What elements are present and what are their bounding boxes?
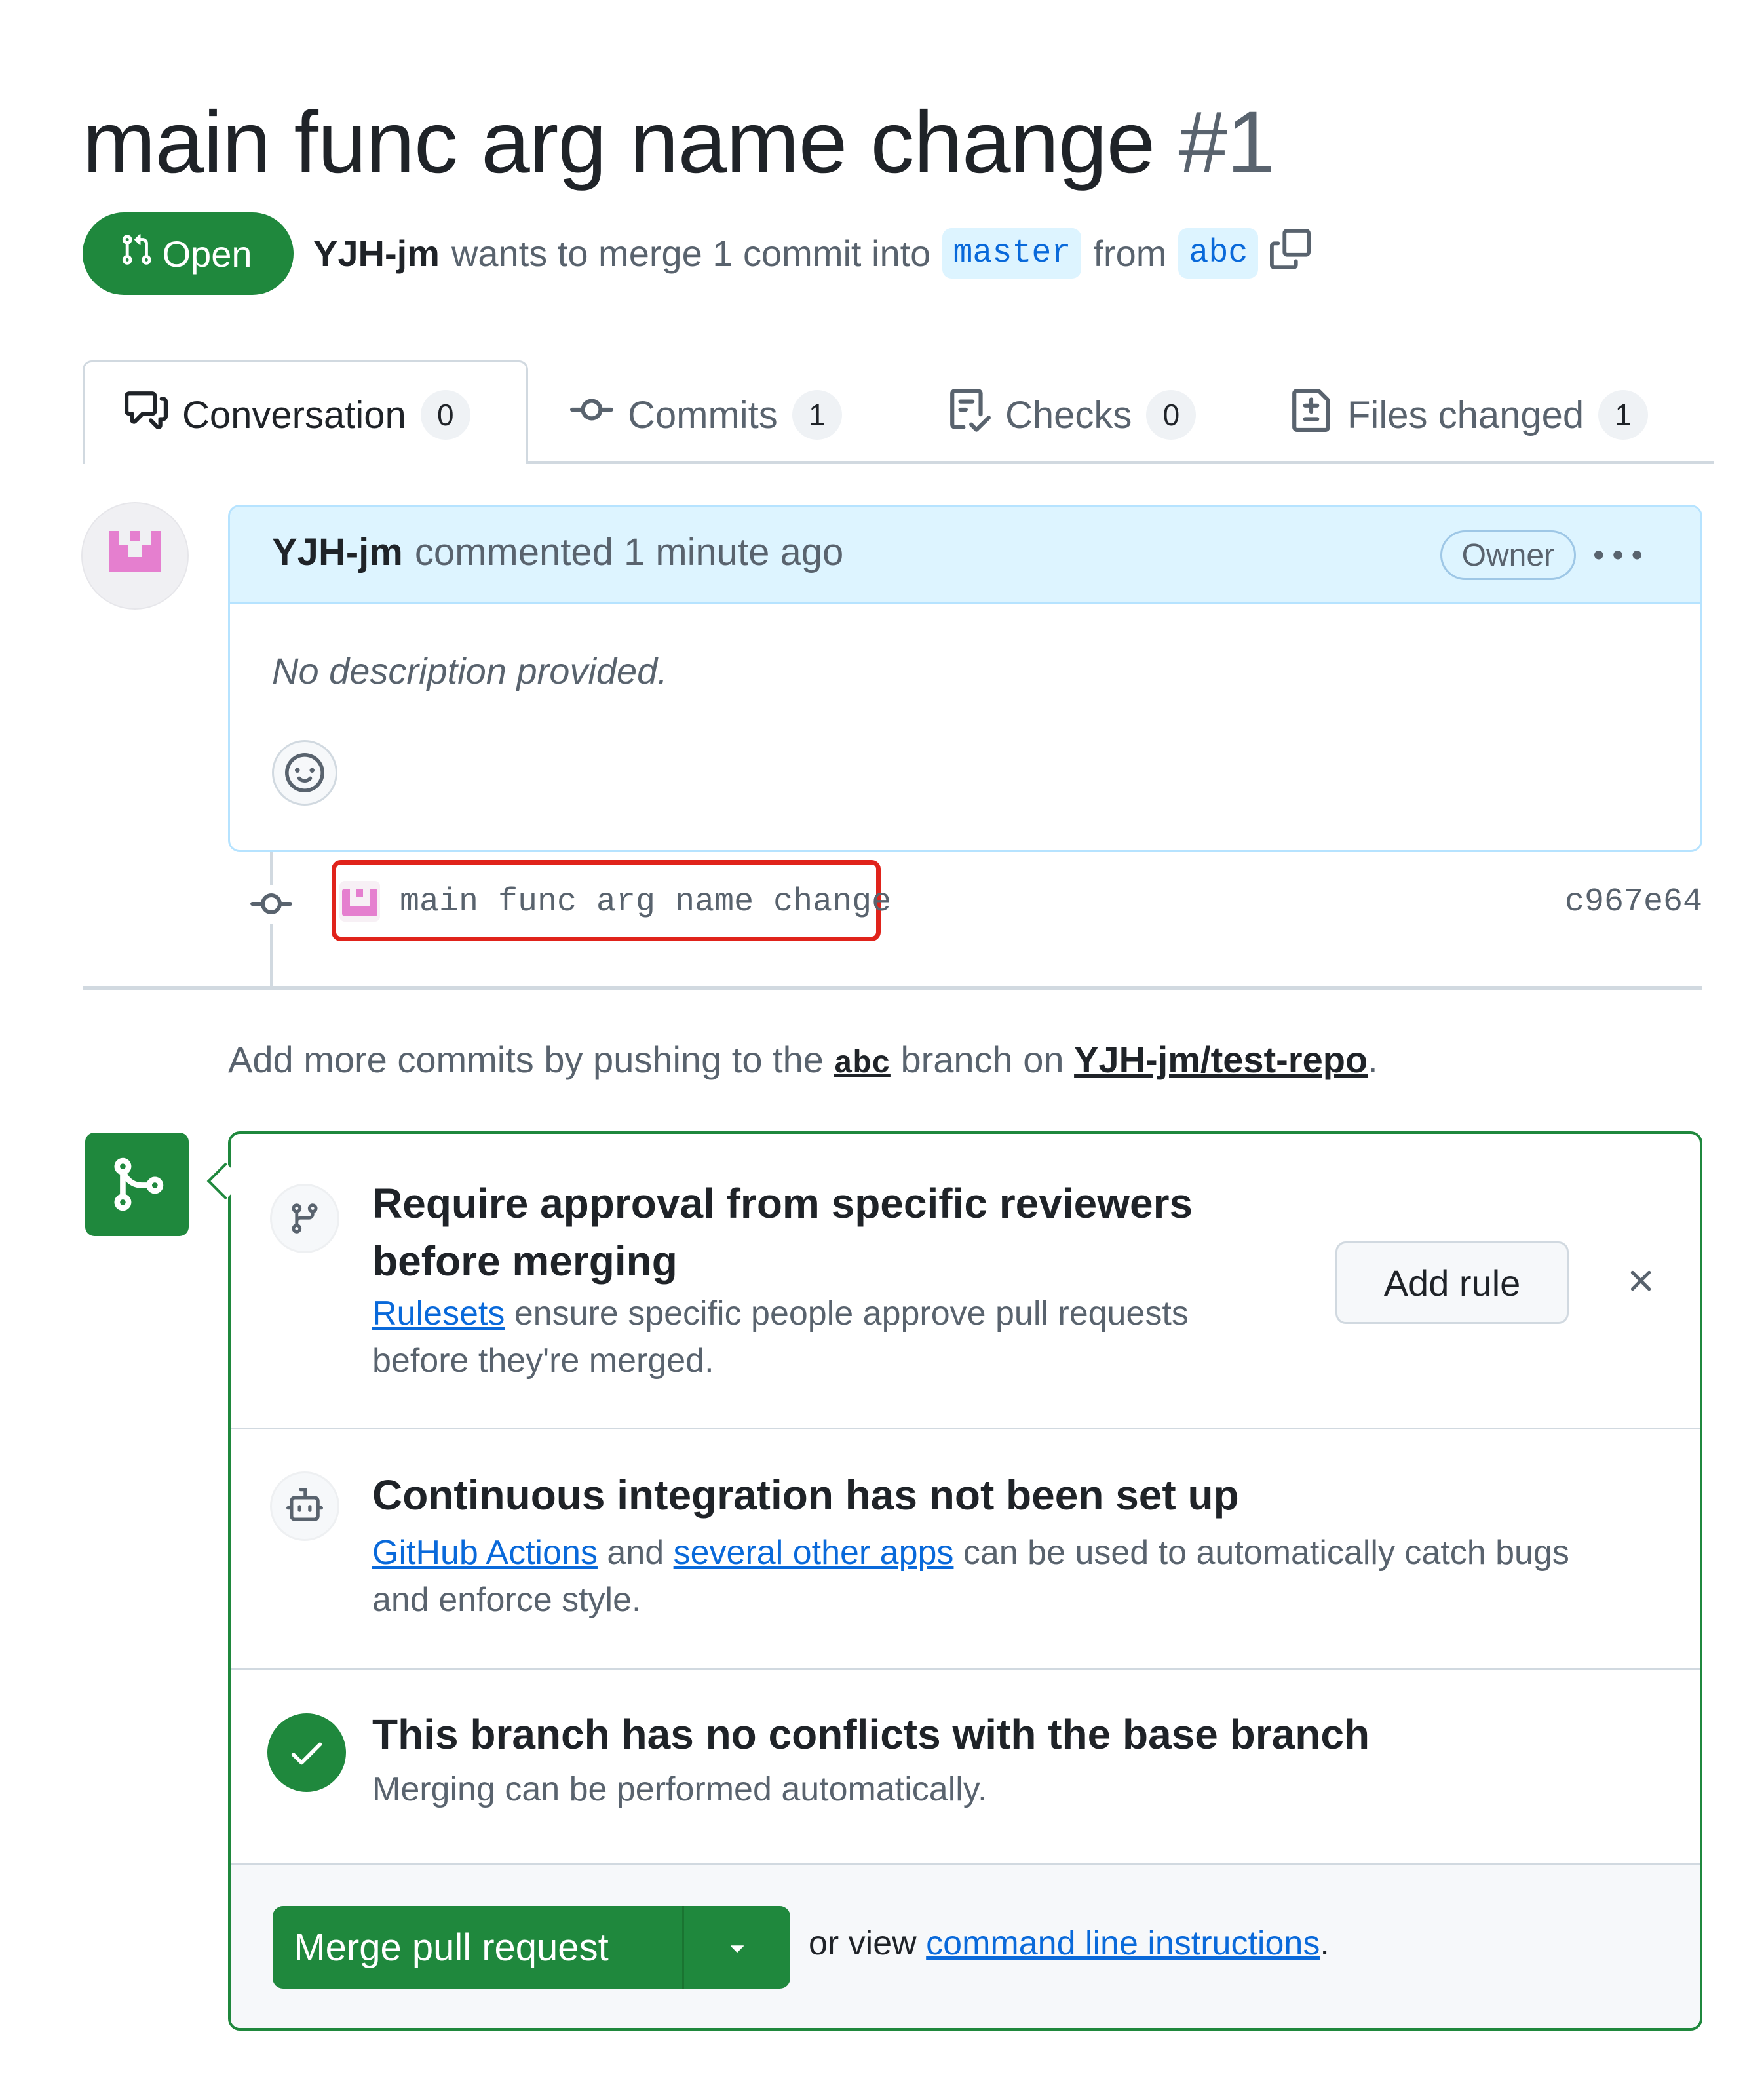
comment-header: YJH-jm commented 1 minute ago Owner (230, 507, 1700, 604)
conflicts-section: This branch has no conflicts with the ba… (231, 1670, 1700, 1863)
add-reaction-button[interactable] (272, 740, 337, 806)
add-rule-button[interactable]: Add rule (1335, 1241, 1569, 1324)
merge-box: Require approval from specific reviewers… (228, 1131, 1702, 2031)
tab-files-changed[interactable]: Files changed 1 (1290, 385, 1649, 444)
pr-title: main func arg name change #1 (83, 84, 1275, 202)
ci-section: Continuous integration has not been set … (231, 1429, 1700, 1668)
pr-merge-text: wants to merge 1 commit into (451, 232, 931, 274)
git-merge-icon (85, 1133, 189, 1236)
pr-author-link[interactable]: YJH-jm (313, 232, 440, 275)
tab-files-changed-label: Files changed (1347, 393, 1584, 437)
push-hint: Add more commits by pushing to the abc b… (228, 1038, 1378, 1082)
push-hint-middle: branch on (900, 1039, 1064, 1080)
file-diff-icon (1290, 389, 1333, 441)
push-hint-repo-link[interactable]: YJH-jm/test-repo (1074, 1039, 1368, 1080)
ci-and-text: and (607, 1534, 664, 1572)
comment-card: YJH-jm commented 1 minute ago Owner No d… (228, 505, 1702, 852)
tab-checks-count: 0 (1146, 390, 1197, 440)
triangle-down-icon (730, 1945, 744, 1953)
timeline-end-divider (83, 986, 1702, 990)
commit-author-avatar[interactable] (339, 881, 380, 922)
comment-body: No description provided. (272, 650, 668, 691)
pr-state-label: Open (162, 233, 252, 275)
pr-state-badge: Open (83, 212, 294, 295)
pr-title-text: main func arg name change (83, 94, 1155, 191)
other-apps-link[interactable]: several other apps (674, 1534, 954, 1572)
tab-checks[interactable]: Checks 0 (948, 385, 1197, 444)
cli-instructions-link[interactable]: command line instructions (926, 1924, 1320, 1962)
merge-footer: Merge pull request or view command line … (231, 1863, 1700, 2028)
copy-icon[interactable] (1270, 228, 1311, 278)
merge-pull-request-button[interactable]: Merge pull request (273, 1906, 682, 1989)
tab-conversation-label: Conversation (182, 393, 406, 437)
merge-method-dropdown[interactable] (682, 1906, 790, 1989)
push-hint-branch[interactable]: abc (834, 1047, 890, 1082)
cli-or-view: or view (809, 1924, 917, 1962)
github-actions-link[interactable]: GitHub Actions (372, 1534, 598, 1572)
comment-author-link[interactable]: YJH-jm (272, 530, 403, 574)
comment-discussion-icon (125, 389, 168, 441)
tab-commits[interactable]: Commits 1 (570, 385, 842, 444)
rules-section: Require approval from specific reviewers… (231, 1134, 1700, 1428)
git-commit-icon (570, 389, 613, 441)
ci-description: GitHub Actions and several other apps ca… (372, 1529, 1657, 1624)
rulesets-link[interactable]: Rulesets (372, 1294, 505, 1332)
rules-title: Require approval from specific reviewers… (372, 1175, 1276, 1290)
tab-files-changed-count: 1 (1598, 390, 1649, 440)
git-pull-request-icon (119, 233, 153, 275)
conflicts-title: This branch has no conflicts with the ba… (372, 1711, 1370, 1758)
push-hint-prefix: Add more commits by pushing to the (228, 1039, 824, 1080)
cli-hint: or view command line instructions. (809, 1924, 1330, 1963)
git-branch-icon (270, 1184, 339, 1253)
rules-title-line1: Require approval from specific reviewers (372, 1180, 1193, 1227)
head-branch[interactable]: abc (1178, 227, 1259, 279)
tab-checks-label: Checks (1005, 393, 1132, 437)
close-icon[interactable] (1615, 1254, 1667, 1307)
rules-text-line1: ensure specific people approve pull requ… (514, 1294, 1189, 1332)
rules-description: Rulesets ensure specific people approve … (372, 1290, 1276, 1384)
tab-conversation[interactable]: Conversation 0 (125, 385, 470, 444)
tab-commits-label: Commits (628, 393, 778, 437)
cli-period: . (1320, 1924, 1330, 1962)
author-avatar[interactable] (81, 502, 189, 610)
push-hint-suffix: . (1368, 1039, 1378, 1080)
checklist-icon (948, 389, 991, 441)
conflicts-text: Merging can be performed automatically. (372, 1770, 987, 1808)
git-commit-icon (248, 885, 295, 924)
ci-text-line2: and enforce style. (372, 1581, 642, 1619)
check-icon (267, 1713, 346, 1792)
base-branch[interactable]: master (942, 227, 1082, 279)
pr-meta: YJH-jm wants to merge 1 commit into mast… (313, 220, 1311, 286)
tab-conversation-count: 0 (420, 390, 470, 440)
merge-button-group: Merge pull request (273, 1906, 790, 1989)
comment-timestamp[interactable]: commented 1 minute ago (415, 530, 843, 574)
rules-title-line2: before merging (372, 1237, 678, 1285)
comment-meta: YJH-jm commented 1 minute ago (272, 530, 843, 574)
pr-number: #1 (1178, 94, 1275, 191)
commit-message-link[interactable]: main func arg name change (400, 884, 891, 921)
pr-from-text: from (1093, 232, 1167, 274)
dependabot-icon (270, 1471, 339, 1541)
ci-text-line1: can be used to automatically catch bugs (963, 1534, 1569, 1572)
smiley-icon (285, 753, 324, 792)
owner-badge: Owner (1440, 530, 1576, 580)
tab-commits-count: 1 (792, 390, 842, 440)
kebab-horizontal-icon[interactable] (1594, 533, 1641, 589)
rules-text-line2: before they're merged. (372, 1342, 714, 1380)
ci-title: Continuous integration has not been set … (372, 1471, 1239, 1519)
commit-sha-link[interactable]: c967e64 (1565, 884, 1702, 921)
